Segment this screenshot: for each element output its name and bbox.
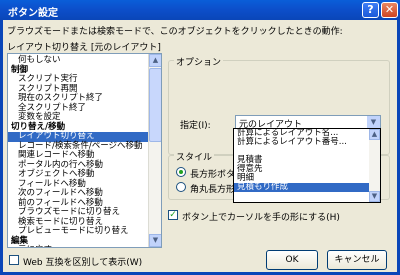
style-group-label: スタイル xyxy=(174,150,215,163)
dropdown-scrollbar[interactable]: ▲ ▼ xyxy=(369,129,380,202)
hand-cursor-label: ボタン上でカーソルを手の形にする(H) xyxy=(182,213,340,223)
scroll-thumb[interactable] xyxy=(149,68,161,142)
action-listbox[interactable]: 何もしない 制御 スクリプト実行 スクリプト再開 現在のスクリプト終了 全スクリプト終了変… xyxy=(7,53,162,248)
scroll-up-icon[interactable]: ▲ xyxy=(149,54,161,67)
ok-button[interactable]: OK xyxy=(266,250,318,270)
list-item[interactable]: 何もしない xyxy=(8,55,148,66)
layout-dropdown-list[interactable]: 計算によるレイアウト名... 計算によるレイアウト番号... 見積書 得意先 明細 見積も… xyxy=(233,128,381,203)
web-compat-label: Web 互換を区別して表示(W) xyxy=(23,258,143,268)
hand-cursor-checkbox[interactable]: ✓ xyxy=(168,210,178,220)
list-item[interactable]: プレビューモードに切り替え xyxy=(8,226,148,237)
cancel-button[interactable]: キャンセル xyxy=(327,250,387,270)
list-scrollbar[interactable]: ▲ ▼ xyxy=(148,54,161,247)
window-title: ボタン設定 xyxy=(8,8,58,19)
option-group-label: オプション xyxy=(174,55,224,68)
list-item[interactable]: 元に戻す xyxy=(8,245,148,247)
instruction-text: ブラウズモードまたは検索モードで、このオブジェクトをクリックしたときの動作: xyxy=(7,27,343,37)
dropdown-scroll-up-icon[interactable]: ▲ xyxy=(369,129,380,140)
scroll-down-icon[interactable]: ▼ xyxy=(149,234,161,247)
dropdown-scroll-down-icon[interactable]: ▼ xyxy=(369,191,380,202)
help-button[interactable]: ? xyxy=(362,2,379,18)
chevron-down-icon[interactable]: ▼ xyxy=(367,116,380,128)
dropdown-items: 計算によるレイアウト名... 計算によるレイアウト番号... 見積書 得意先 明細 見積も… xyxy=(234,129,380,192)
dropdown-item[interactable]: 見積もり作成 xyxy=(234,183,380,192)
spec-label: 指定(I): xyxy=(180,121,211,131)
layout-select[interactable]: 元のレイアウト ▼ xyxy=(235,115,381,130)
dropdown-item[interactable]: 得意先 xyxy=(234,165,380,174)
dropdown-item[interactable]: 計算によるレイアウト番号... xyxy=(234,138,380,147)
action-list-items: 何もしない 制御 スクリプト実行 スクリプト再開 現在のスクリプト終了 全スクリプト終了変… xyxy=(8,55,148,247)
radio-rectangle-button[interactable] xyxy=(176,167,186,177)
title-bar: ボタン設定 ? ✕ xyxy=(0,0,400,20)
radio-rounded-button[interactable] xyxy=(176,182,186,192)
close-button[interactable]: ✕ xyxy=(381,2,398,18)
list-label: レイアウト切り替え [元のレイアウト] xyxy=(7,43,161,53)
web-compat-checkbox[interactable] xyxy=(9,255,19,265)
